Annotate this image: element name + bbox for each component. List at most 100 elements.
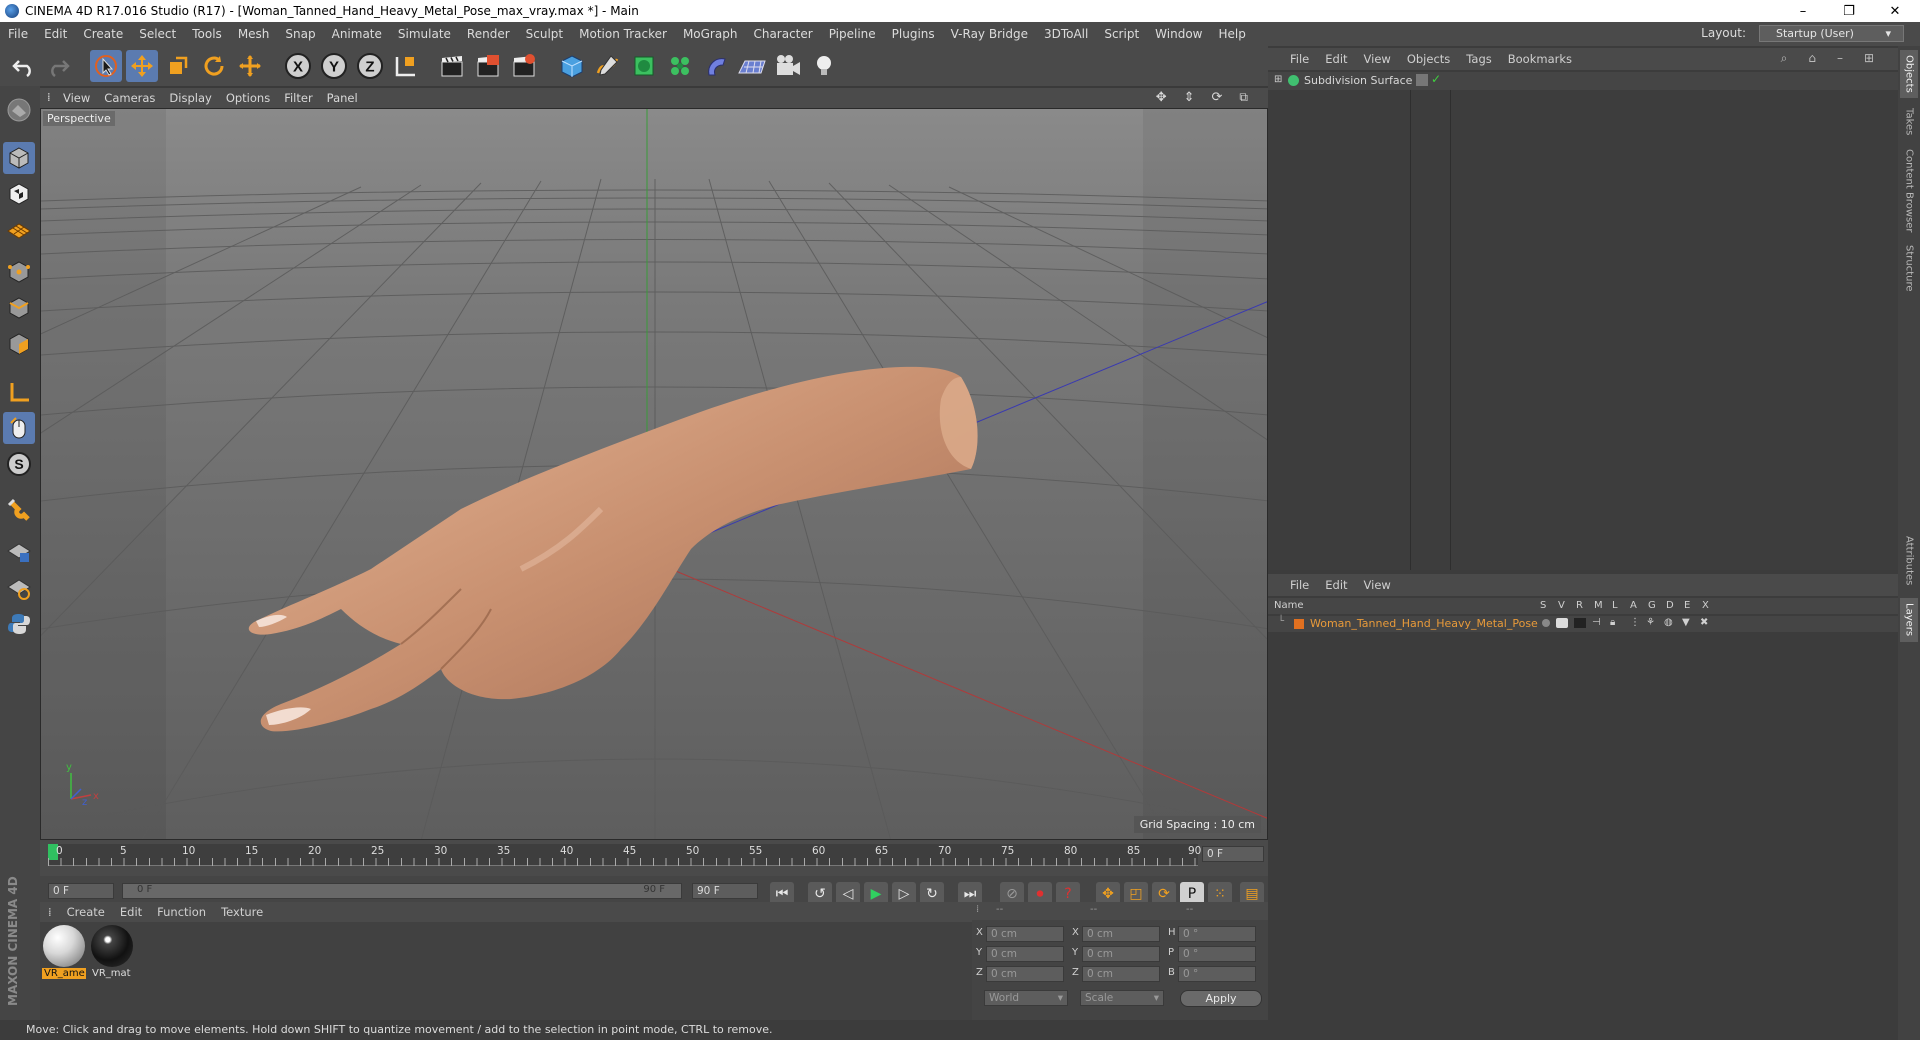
subdivision-surface-button[interactable]	[628, 50, 660, 82]
rotate-tool-button[interactable]	[198, 50, 230, 82]
rotation-p-field[interactable]: 0 °	[1178, 946, 1256, 962]
rotation-h-field[interactable]: 0 °	[1178, 926, 1256, 942]
generators-toggle-icon[interactable]: ⚘	[1646, 617, 1655, 628]
model-mode-button[interactable]	[3, 142, 35, 174]
expand-plus-icon[interactable]: ⊞	[1274, 74, 1282, 85]
material-swatch[interactable]: VR_ame	[42, 924, 86, 982]
y-axis-lock-button[interactable]: Y	[318, 50, 350, 82]
material-menu-create[interactable]: Create	[59, 905, 112, 919]
x-axis-lock-button[interactable]: X	[282, 50, 314, 82]
menu-character[interactable]: Character	[745, 27, 820, 41]
menu-edit[interactable]: Edit	[36, 27, 75, 41]
menu-select[interactable]: Select	[131, 27, 184, 41]
material-menu-function[interactable]: Function	[149, 905, 213, 919]
make-editable-button[interactable]	[3, 94, 35, 126]
camera-button[interactable]	[772, 50, 804, 82]
deformer-button[interactable]	[700, 50, 732, 82]
axis-mode-button[interactable]	[3, 376, 35, 408]
undo-button[interactable]	[8, 50, 40, 82]
rotation-b-field[interactable]: 0 °	[1178, 966, 1256, 982]
object-row[interactable]: ⊞ Subdivision Surface ✓	[1268, 72, 1898, 90]
layer-row[interactable]: └ Woman_Tanned_Hand_Heavy_Metal_Pose ⊣ 🔒…	[1268, 616, 1898, 632]
end-frame-field[interactable]: 90 F	[692, 883, 758, 899]
render-toggle-icon[interactable]	[1574, 618, 1586, 628]
magnet-button[interactable]	[3, 494, 35, 526]
edges-mode-button[interactable]	[3, 292, 35, 324]
layer-color-swatch[interactable]	[1294, 619, 1304, 629]
position-z-field[interactable]: 0 cm	[986, 966, 1064, 982]
position-x-field[interactable]: 0 cm	[986, 926, 1064, 942]
menu-motion-tracker[interactable]: Motion Tracker	[571, 27, 675, 41]
apply-button[interactable]: Apply	[1180, 990, 1262, 1007]
xrefs-toggle-icon[interactable]: ✖	[1700, 617, 1708, 628]
menu-script[interactable]: Script	[1096, 27, 1147, 41]
viewport-menu-view[interactable]: View	[56, 91, 97, 105]
polygons-mode-button[interactable]	[3, 328, 35, 360]
object-name[interactable]: Subdivision Surface	[1304, 74, 1412, 87]
size-y-field[interactable]: 0 cm	[1082, 946, 1160, 962]
menu-tools[interactable]: Tools	[184, 27, 230, 41]
render-settings-button[interactable]	[508, 50, 540, 82]
solo-toggle-icon[interactable]	[1542, 619, 1550, 627]
tweak-mode-button[interactable]	[3, 412, 35, 444]
object-menu-objects[interactable]: Objects	[1399, 52, 1458, 66]
current-frame-field[interactable]: 0 F	[1202, 846, 1264, 862]
object-menu-bookmarks[interactable]: Bookmarks	[1500, 52, 1580, 66]
tab-layers[interactable]: Layers	[1900, 598, 1918, 642]
material-swatch[interactable]: VR_mat	[90, 924, 134, 982]
render-picture-viewer-button[interactable]	[472, 50, 504, 82]
object-menu-view[interactable]: View	[1356, 52, 1399, 66]
menu-create[interactable]: Create	[75, 27, 131, 41]
layer-menu-view[interactable]: View	[1356, 578, 1399, 592]
viewport-menu-cameras[interactable]: Cameras	[97, 91, 162, 105]
menu-pipeline[interactable]: Pipeline	[821, 27, 884, 41]
size-z-field[interactable]: 0 cm	[1082, 966, 1160, 982]
menu-3dtoall[interactable]: 3DToAll	[1036, 27, 1096, 41]
tab-content-browser[interactable]: Content Browser	[1900, 146, 1918, 236]
timeline-ruler[interactable]: 0 5 10 15 20 25 30 35 40 45 50 55 60 65 …	[48, 844, 1201, 866]
layer-menu-edit[interactable]: Edit	[1317, 578, 1355, 592]
coordinate-space-select[interactable]: World ▾	[984, 990, 1068, 1006]
menu-plugins[interactable]: Plugins	[884, 27, 943, 41]
object-menu-edit[interactable]: Edit	[1317, 52, 1355, 66]
perspective-viewport[interactable]: y x z Perspective Grid Spacing : 10 cm	[40, 108, 1268, 840]
minimize-button[interactable]: –	[1780, 0, 1826, 22]
object-menu-tags[interactable]: Tags	[1458, 52, 1499, 66]
render-view-button[interactable]	[436, 50, 468, 82]
planar-workplane-button[interactable]	[3, 572, 35, 604]
enabled-check-icon[interactable]: ✓	[1431, 72, 1441, 86]
expand-icon[interactable]: ⊞	[1856, 51, 1882, 66]
z-axis-lock-button[interactable]: Z	[354, 50, 386, 82]
position-y-field[interactable]: 0 cm	[986, 946, 1064, 962]
tab-objects[interactable]: Objects	[1900, 50, 1918, 98]
light-button[interactable]	[808, 50, 840, 82]
coordinate-system-button[interactable]	[390, 50, 422, 82]
menu-simulate[interactable]: Simulate	[390, 27, 459, 41]
menu-mesh[interactable]: Mesh	[230, 27, 278, 41]
viewport-menu-display[interactable]: Display	[162, 91, 218, 105]
python-script-button[interactable]	[3, 608, 35, 640]
cube-primitive-button[interactable]	[556, 50, 588, 82]
layer-name[interactable]: Woman_Tanned_Hand_Heavy_Metal_Pose	[1310, 617, 1538, 630]
lock-workplane-button[interactable]	[3, 536, 35, 568]
viewport-pan-icon[interactable]: ✥	[1149, 90, 1174, 105]
viewport-menu-options[interactable]: Options	[219, 91, 277, 105]
layout-select[interactable]: Startup (User) ▾	[1759, 25, 1904, 42]
material-menu-texture[interactable]: Texture	[213, 905, 270, 919]
recent-tools-button[interactable]	[234, 50, 266, 82]
frame-range-slider[interactable]: 0 F 90 F	[122, 883, 682, 899]
menu-sculpt[interactable]: Sculpt	[518, 27, 571, 41]
cloner-button[interactable]	[664, 50, 696, 82]
material-menu-edit[interactable]: Edit	[112, 905, 149, 919]
points-mode-button[interactable]	[3, 256, 35, 288]
visible-eye-icon[interactable]	[1556, 618, 1568, 628]
menu-mograph[interactable]: MoGraph	[675, 27, 746, 41]
viewport-rotate-icon[interactable]: ⟳	[1205, 90, 1230, 105]
size-x-field[interactable]: 0 cm	[1082, 926, 1160, 942]
timeline[interactable]: 0 5 10 15 20 25 30 35 40 45 50 55 60 65 …	[40, 840, 1268, 876]
viewport-menu-panel[interactable]: Panel	[320, 91, 365, 105]
expressions-toggle-icon[interactable]: ▼	[1682, 617, 1690, 628]
snapping-button[interactable]: S	[3, 448, 35, 480]
close-button[interactable]: ✕	[1872, 0, 1918, 22]
menu-file[interactable]: File	[0, 27, 36, 41]
